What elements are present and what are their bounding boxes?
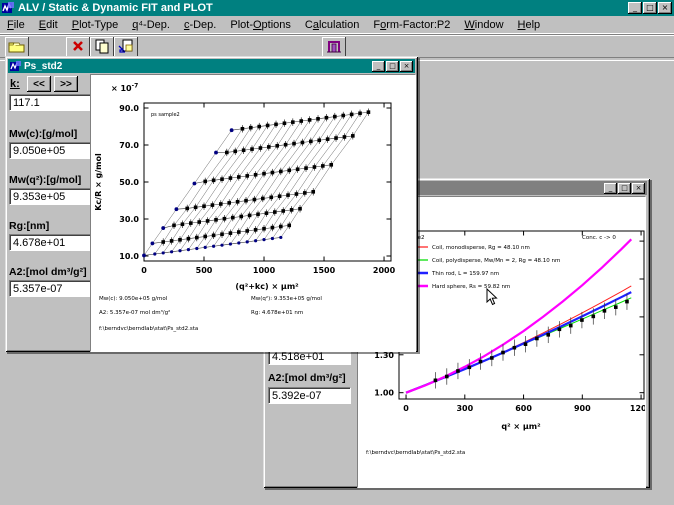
window1-titlebar[interactable]: Ps_std2 _ □ × bbox=[8, 59, 415, 73]
svg-text:f:\berndvc\berndlab\stat\Ps_st: f:\berndvc\berndlab\stat\Ps_std2.sta bbox=[99, 326, 198, 332]
menu-edit[interactable]: Edit bbox=[32, 18, 65, 32]
svg-text:Mw(c): 9.050e+05 g/mol: Mw(c): 9.050e+05 g/mol bbox=[99, 296, 168, 302]
zimm-chart-panel: 0 500 1000 1500 2000 90.0 70.0 50.0 30.0 10.0 × 10… bbox=[90, 74, 416, 352]
open-button[interactable] bbox=[5, 37, 29, 57]
mwc-label: Mw(c):[g/mol] bbox=[9, 128, 77, 140]
window2-a2-field[interactable] bbox=[268, 387, 351, 404]
menu-plot-options[interactable]: Plot-Options bbox=[223, 18, 298, 32]
menu-plot-type[interactable]: Plot-Type bbox=[65, 18, 125, 32]
window-ps-std2: Ps_std2 _ □ × k: << >> Mw(c):[g/mol] Mw(… bbox=[5, 56, 418, 352]
svg-text:A2: 5.357e-07 mol dm³/g²: A2: 5.357e-07 mol dm³/g² bbox=[99, 309, 170, 316]
window2-a2-label: A2:[mol dm³/g²] bbox=[268, 372, 346, 384]
k-prev-button[interactable]: << bbox=[27, 76, 51, 92]
minimize-button[interactable]: _ bbox=[628, 2, 642, 14]
k-value-field[interactable] bbox=[9, 94, 92, 111]
main-titlebar: ALV / Static & Dynamic FIT and PLOT _ □ … bbox=[0, 0, 674, 16]
paste-button[interactable] bbox=[114, 37, 138, 57]
close-button[interactable]: × bbox=[658, 2, 672, 14]
mwq-label: Mw(q²):[g/mol] bbox=[9, 174, 81, 186]
a2-label: A2:[mol dm³/g²] bbox=[9, 266, 87, 278]
copy-icon bbox=[94, 39, 110, 54]
a2-field[interactable] bbox=[9, 280, 92, 297]
svg-text:Thin rod, L = 159.97 nm: Thin rod, L = 159.97 nm bbox=[431, 271, 499, 277]
svg-text:0: 0 bbox=[141, 266, 147, 275]
menu-q-dep-[interactable]: q⁴-Dep. bbox=[125, 18, 177, 32]
menu-file[interactable]: File bbox=[0, 18, 32, 32]
svg-text:Mw(q²): 9.353e+05 g/mol: Mw(q²): 9.353e+05 g/mol bbox=[251, 295, 322, 302]
application-window: ALV / Static & Dynamic FIT and PLOT _ □ … bbox=[0, 0, 674, 505]
svg-text:300: 300 bbox=[456, 404, 473, 413]
svg-text:1200: 1200 bbox=[630, 404, 645, 413]
exit-button[interactable] bbox=[322, 37, 346, 57]
rg-label: Rg:[nm] bbox=[9, 220, 49, 232]
svg-text:90.0: 90.0 bbox=[119, 104, 139, 113]
svg-text:Kc/R × g/mol: Kc/R × g/mol bbox=[94, 153, 103, 211]
svg-text:30.0: 30.0 bbox=[119, 215, 139, 224]
window2-close-button[interactable]: × bbox=[632, 183, 645, 194]
svg-text:1.00: 1.00 bbox=[374, 389, 394, 398]
window1-close-button[interactable]: × bbox=[400, 61, 413, 72]
menu-window[interactable]: Window bbox=[457, 18, 510, 32]
exit-door-icon bbox=[326, 39, 342, 54]
window1-title: Ps_std2 bbox=[24, 61, 62, 72]
svg-text:900: 900 bbox=[574, 404, 591, 413]
delete-x-icon bbox=[70, 39, 86, 53]
svg-text:2000: 2000 bbox=[373, 266, 396, 275]
open-folder-icon bbox=[8, 39, 26, 53]
paste-icon bbox=[118, 39, 134, 54]
svg-text:Conc. c -> 0: Conc. c -> 0 bbox=[582, 235, 616, 241]
svg-text:q² × μm²: q² × μm² bbox=[501, 422, 541, 431]
mwq-field[interactable] bbox=[9, 188, 92, 205]
svg-text:500: 500 bbox=[196, 266, 213, 275]
toolbar bbox=[0, 34, 674, 58]
delete-button[interactable] bbox=[66, 37, 90, 57]
app-icon bbox=[2, 2, 14, 14]
window1-minimize-button[interactable]: _ bbox=[372, 61, 385, 72]
zimm-chart: 0 500 1000 1500 2000 90.0 70.0 50.0 30.0 10.0 × 10… bbox=[91, 75, 415, 351]
svg-text:f:\berndvc\berndlab\stat\Ps_st: f:\berndvc\berndlab\stat\Ps_std2.sta bbox=[366, 450, 465, 456]
svg-text:50.0: 50.0 bbox=[119, 178, 139, 187]
svg-text:600: 600 bbox=[515, 404, 532, 413]
svg-text:70.0: 70.0 bbox=[119, 141, 139, 150]
svg-text:(q²+kc) × μm²: (q²+kc) × μm² bbox=[235, 282, 299, 291]
window1-maximize-button[interactable]: □ bbox=[386, 61, 399, 72]
maximize-button[interactable]: □ bbox=[643, 2, 657, 14]
mouse-cursor bbox=[486, 288, 498, 306]
svg-text:Coil, polydisperse, Mw/Mn = 2,: Coil, polydisperse, Mw/Mn = 2, Rg = 48.1… bbox=[432, 258, 560, 264]
menu-help[interactable]: Help bbox=[511, 18, 548, 32]
window2-minimize-button[interactable]: _ bbox=[604, 183, 617, 194]
menu-form-factor-p2[interactable]: Form-Factor:P2 bbox=[366, 18, 457, 32]
k-next-button[interactable]: >> bbox=[54, 76, 78, 92]
svg-text:1500: 1500 bbox=[313, 266, 336, 275]
menu-bar: FileEditPlot-Typeq⁴-Dep.c-Dep.Plot-Optio… bbox=[0, 16, 674, 34]
svg-text:× 10-7: × 10-7 bbox=[111, 83, 138, 94]
mwc-field[interactable] bbox=[9, 142, 92, 159]
svg-text:Hard sphere, Rs = 59.82 nm: Hard sphere, Rs = 59.82 nm bbox=[432, 284, 510, 290]
svg-text:0: 0 bbox=[403, 404, 409, 413]
svg-text:ps sample2: ps sample2 bbox=[151, 112, 180, 118]
menu-calculation[interactable]: Calculation bbox=[298, 18, 366, 32]
svg-text:Rg: 4.678e+01 nm: Rg: 4.678e+01 nm bbox=[251, 310, 303, 316]
k-label: k: bbox=[10, 78, 20, 90]
copy-button[interactable] bbox=[90, 37, 114, 57]
menu-c-dep-[interactable]: c-Dep. bbox=[177, 18, 223, 32]
window2-maximize-button[interactable]: □ bbox=[618, 183, 631, 194]
window1-icon bbox=[10, 61, 21, 72]
svg-text:1000: 1000 bbox=[253, 266, 276, 275]
rg-field[interactable] bbox=[9, 234, 92, 251]
svg-text:10.0: 10.0 bbox=[119, 252, 139, 261]
svg-text:Coil, monodisperse, Rg = 48.10: Coil, monodisperse, Rg = 48.10 nm bbox=[432, 245, 530, 251]
main-title: ALV / Static & Dynamic FIT and PLOT bbox=[18, 2, 213, 14]
